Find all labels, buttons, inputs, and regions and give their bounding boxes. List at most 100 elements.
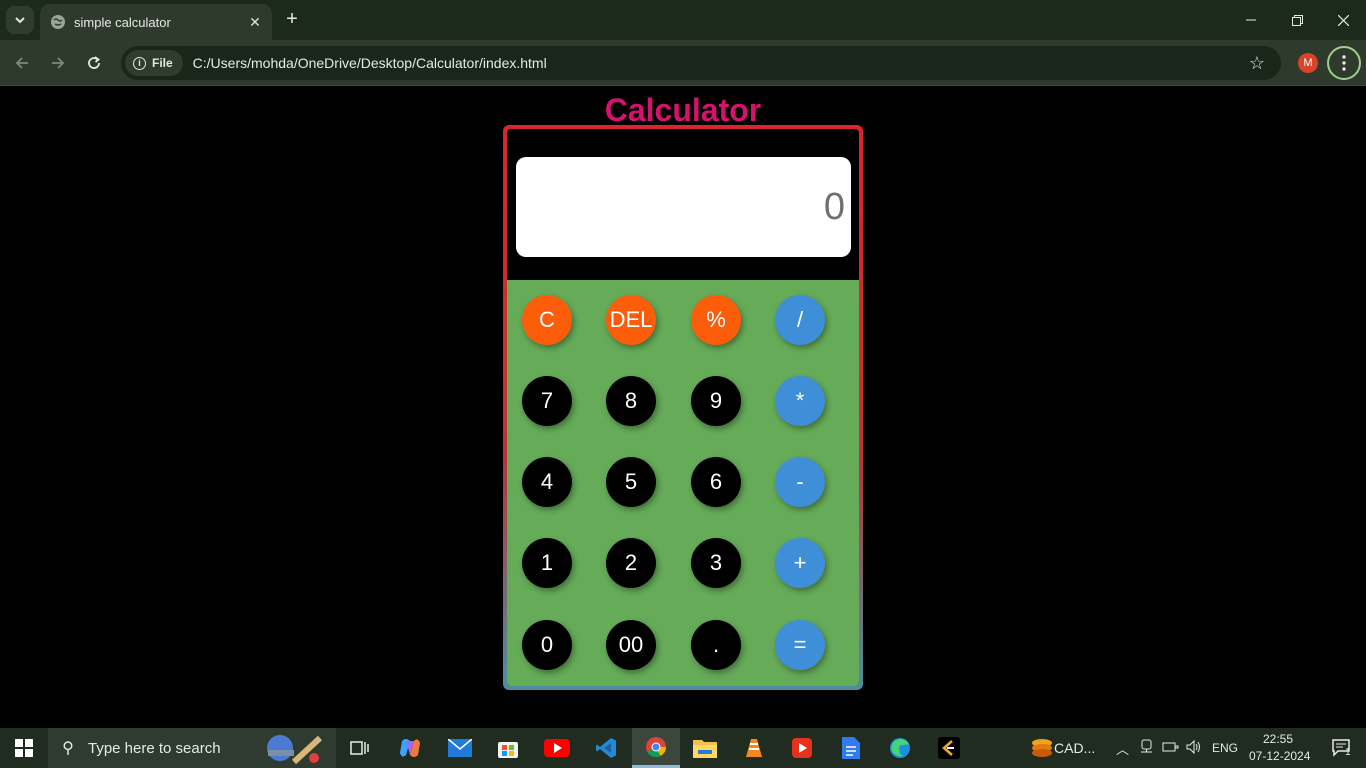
meet-icon[interactable] — [1140, 739, 1154, 758]
back-button[interactable] — [8, 49, 36, 77]
tab-search-button[interactable] — [6, 6, 34, 34]
close-window-button[interactable] — [1320, 0, 1366, 40]
multiply-button[interactable]: * — [775, 376, 825, 426]
file-explorer-app[interactable] — [681, 728, 729, 768]
tab-title: simple calculator — [74, 14, 171, 30]
clock-date[interactable]: 07-12-2024 — [1249, 749, 1310, 763]
close-tab-button[interactable]: ✕ — [244, 11, 266, 33]
edge-app[interactable] — [876, 728, 924, 768]
minimize-button[interactable] — [1228, 0, 1274, 40]
copilot-icon — [400, 739, 420, 757]
equals-button[interactable]: = — [775, 620, 825, 670]
digit-7-button[interactable]: 7 — [522, 376, 572, 426]
arrow-left-icon — [15, 57, 28, 69]
cricket-icon — [267, 735, 323, 765]
restore-button[interactable] — [1274, 0, 1320, 40]
decimal-button[interactable]: . — [691, 620, 741, 670]
language-indicator[interactable]: ENG — [1212, 741, 1238, 755]
document-icon — [842, 737, 860, 759]
taskbar: ⚲ Type here to search CAD... ︿ ENG 22:55… — [0, 728, 1366, 768]
double-zero-button[interactable]: 00 — [606, 620, 656, 670]
digit-3-button[interactable]: 3 — [691, 538, 741, 588]
store-icon — [498, 742, 518, 758]
browser-tab[interactable]: simple calculator ✕ — [40, 4, 272, 40]
windows-logo-icon — [15, 739, 33, 757]
digit-5-button[interactable]: 5 — [606, 457, 656, 507]
reload-icon — [88, 56, 100, 69]
vlc-icon — [746, 739, 762, 757]
chrome-icon — [646, 736, 666, 757]
mail-icon — [448, 739, 472, 757]
vlc-app[interactable] — [730, 728, 778, 768]
notification-count: 1 — [1345, 747, 1351, 758]
play-icon — [792, 738, 812, 758]
docs-app[interactable] — [827, 728, 875, 768]
digit-9-button[interactable]: 9 — [691, 376, 741, 426]
page-title: Calculator — [604, 92, 762, 128]
forward-button[interactable] — [44, 49, 72, 77]
minimize-icon — [1246, 19, 1256, 21]
task-view-button[interactable] — [336, 728, 384, 768]
media-app[interactable] — [778, 728, 826, 768]
digit-0-button[interactable]: 0 — [522, 620, 572, 670]
chevron-up-icon[interactable]: ︿ — [1116, 739, 1129, 758]
edge-icon — [890, 738, 910, 758]
search-placeholder: Type here to search — [88, 739, 221, 757]
network-icon[interactable] — [1162, 739, 1180, 758]
search-icon: ⚲ — [62, 740, 74, 757]
digit-8-button[interactable]: 8 — [606, 376, 656, 426]
browser-toolbar: i File C:/Users/mohda/OneDrive/Desktop/C… — [0, 40, 1366, 86]
vscode-icon — [596, 738, 616, 758]
clear-button[interactable]: C — [522, 295, 572, 345]
volume-icon[interactable] — [1186, 739, 1202, 758]
notification-center-button[interactable]: 1 — [1318, 728, 1366, 768]
start-button[interactable] — [0, 728, 48, 768]
bookmark-star-icon[interactable]: ☆ — [1243, 49, 1271, 77]
arrow-right-icon — [52, 57, 65, 69]
globe-icon — [51, 15, 65, 29]
url-text[interactable]: C:/Users/mohda/OneDrive/Desktop/Calculat… — [193, 55, 1243, 71]
task-view-icon — [350, 741, 369, 755]
browser-title-bar: simple calculator ✕ + — [0, 0, 1366, 40]
digit-2-button[interactable]: 2 — [606, 538, 656, 588]
chevron-down-icon — [15, 17, 25, 24]
subtract-button[interactable]: - — [775, 457, 825, 507]
digit-1-button[interactable]: 1 — [522, 538, 572, 588]
display-area: 0 — [507, 129, 859, 280]
copilot-app[interactable] — [386, 728, 434, 768]
add-button[interactable]: + — [775, 538, 825, 588]
chrome-app[interactable] — [632, 728, 680, 768]
cad-app-label: CAD... — [1054, 740, 1096, 756]
folder-icon — [693, 740, 717, 758]
digit-6-button[interactable]: 6 — [691, 457, 741, 507]
code-icon — [938, 737, 960, 759]
mail-app[interactable] — [436, 728, 484, 768]
browser-menu-button[interactable] — [1327, 46, 1361, 80]
percent-button[interactable]: % — [691, 295, 741, 345]
calculator-body: 0 C DEL % / 7 8 9 * 4 5 6 - 1 2 3 + 0 00… — [507, 129, 859, 686]
stack-icon — [1032, 739, 1052, 757]
store-app[interactable] — [484, 728, 532, 768]
digit-4-button[interactable]: 4 — [522, 457, 572, 507]
new-tab-button[interactable]: + — [280, 8, 304, 32]
codechef-app[interactable] — [925, 728, 973, 768]
clock-time[interactable]: 22:55 — [1263, 732, 1293, 746]
address-bar[interactable]: i File C:/Users/mohda/OneDrive/Desktop/C… — [121, 46, 1281, 80]
info-icon: i — [133, 56, 146, 70]
profile-avatar[interactable]: M — [1298, 53, 1318, 73]
divide-button[interactable]: / — [775, 295, 825, 345]
site-info-chip[interactable]: i File — [125, 50, 183, 76]
vscode-app[interactable] — [582, 728, 630, 768]
page-content: Calculator 0 C DEL % / 7 8 9 * 4 5 6 - 1… — [0, 87, 1366, 728]
delete-button[interactable]: DEL — [606, 295, 656, 345]
reload-button[interactable] — [80, 49, 108, 77]
youtube-icon — [544, 739, 570, 757]
taskbar-search-box[interactable]: ⚲ Type here to search — [48, 728, 336, 768]
restore-icon — [1291, 14, 1303, 26]
more-vertical-icon — [1342, 55, 1346, 71]
youtube-app[interactable] — [533, 728, 581, 768]
close-icon — [1337, 14, 1349, 26]
keypad: C DEL % / 7 8 9 * 4 5 6 - 1 2 3 + 0 00 .… — [507, 280, 859, 686]
calculator-display: 0 — [516, 157, 851, 257]
calculator: 0 C DEL % / 7 8 9 * 4 5 6 - 1 2 3 + 0 00… — [503, 125, 863, 690]
